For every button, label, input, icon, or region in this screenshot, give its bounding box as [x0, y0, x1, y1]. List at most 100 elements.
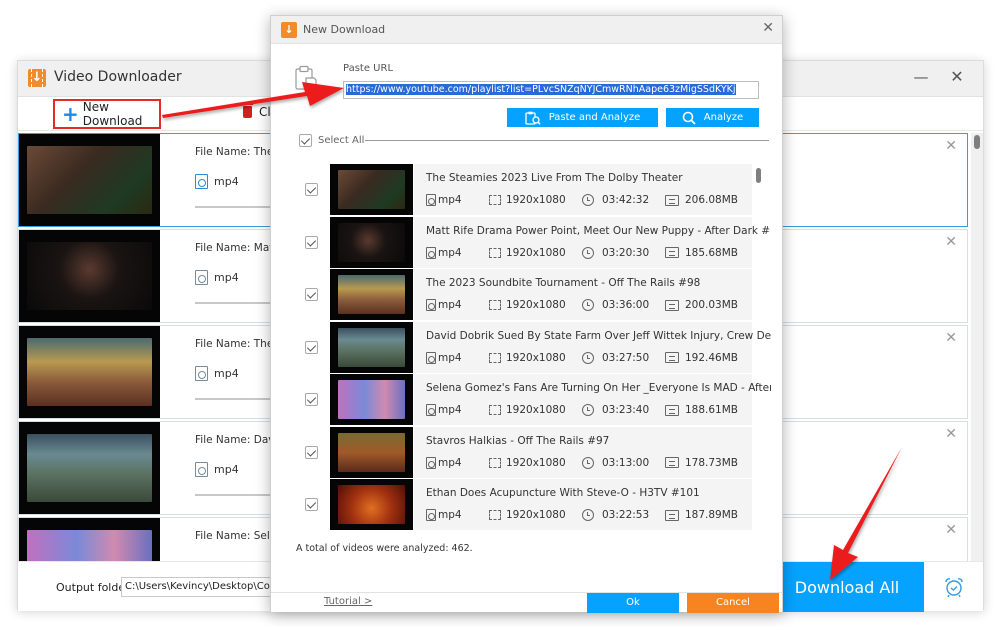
clock-icon — [582, 456, 594, 469]
video-list: The Steamies 2023 Live From The Dolby Th… — [271, 164, 771, 534]
video-title: The Steamies 2023 Live From The Dolby Th… — [426, 172, 683, 184]
video-title: David Dobrik Sued By State Farm Over Jef… — [426, 329, 771, 342]
video-resolution: 1920x1080 — [489, 404, 566, 416]
dialog-title: New Download — [303, 23, 386, 36]
file-format: mp4 — [195, 270, 239, 285]
folder-icon — [665, 299, 679, 311]
video-row[interactable]: Matt Rife Drama Power Point, Meet Our Ne… — [271, 216, 771, 269]
video-format: mp4 — [426, 404, 462, 416]
select-all-checkbox[interactable]: Select All — [299, 134, 769, 147]
video-title: Matt Rife Drama Power Point, Meet Our Ne… — [426, 224, 771, 237]
video-resolution: 1920x1080 — [489, 299, 566, 311]
video-format: mp4 — [426, 246, 462, 259]
folder-icon — [665, 457, 679, 468]
file-format: mp4 — [195, 366, 239, 381]
video-file-icon — [426, 509, 436, 521]
video-checkbox[interactable] — [305, 183, 318, 196]
divider — [365, 140, 769, 141]
video-row[interactable]: Ethan Does Acupuncture With Steve-O - H3… — [271, 479, 771, 531]
video-thumbnail — [330, 426, 413, 478]
scrollbar-thumb[interactable] — [756, 168, 761, 183]
clock-icon — [582, 299, 594, 311]
folder-icon — [665, 509, 679, 521]
video-file-icon — [426, 456, 436, 469]
video-file-icon — [426, 246, 436, 259]
alarm-clock-icon[interactable] — [943, 576, 965, 598]
video-info: Matt Rife Drama Power Point, Meet Our Ne… — [414, 216, 771, 268]
video-thumbnail — [330, 374, 413, 425]
clipboard-icon — [295, 65, 317, 91]
clear-label: Cl — [259, 105, 271, 119]
main-scrollbar[interactable] — [971, 133, 983, 561]
video-duration: 03:20:30 — [582, 246, 649, 259]
video-size: 206.08MB — [665, 194, 738, 206]
clock-icon — [582, 351, 594, 364]
video-file-icon — [195, 174, 208, 189]
cancel-button[interactable]: Cancel — [687, 593, 779, 613]
video-size: 185.68MB — [665, 247, 738, 259]
remove-item-icon[interactable]: ✕ — [945, 330, 957, 346]
ok-button[interactable]: Ok — [587, 593, 679, 613]
new-download-dialog: ↓ New Download ✕ Paste URL https://www.y… — [270, 15, 783, 613]
video-info: The Steamies 2023 Live From The Dolby Th… — [414, 164, 752, 215]
video-row[interactable]: The 2023 Soundbite Tournament - Off The … — [271, 269, 771, 321]
video-row[interactable]: David Dobrik Sued By State Farm Over Jef… — [271, 321, 771, 374]
video-thumbnail — [19, 422, 160, 514]
video-file-icon — [195, 462, 208, 477]
resolution-icon — [489, 195, 501, 205]
video-row[interactable]: The Steamies 2023 Live From The Dolby Th… — [271, 164, 771, 216]
video-size: 188.61MB — [665, 404, 738, 416]
video-duration: 03:13:00 — [582, 456, 649, 469]
url-input[interactable]: https://www.youtube.com/playlist?list=PL… — [343, 81, 759, 99]
paste-search-icon — [525, 111, 541, 125]
resolution-icon — [489, 457, 501, 468]
dialog-logo-icon: ↓ — [281, 22, 297, 38]
minimize-icon[interactable]: — — [911, 67, 931, 87]
video-thumbnail — [330, 269, 413, 320]
video-info: Stavros Halkias - Off The Rails #97 mp4 … — [414, 426, 752, 478]
analyze-button[interactable]: Analyze — [666, 108, 759, 127]
clock-icon — [582, 246, 594, 259]
resolution-icon — [489, 510, 501, 520]
video-row[interactable]: Selena Gomez's Fans Are Turning On Her _… — [271, 374, 771, 426]
remove-item-icon[interactable]: ✕ — [945, 138, 957, 154]
new-download-button[interactable]: + New Download — [53, 99, 161, 129]
video-checkbox[interactable] — [305, 393, 318, 406]
video-file-icon — [426, 299, 436, 311]
tutorial-link[interactable]: Tutorial > — [324, 596, 372, 607]
video-format: mp4 — [426, 351, 462, 364]
video-checkbox[interactable] — [305, 235, 318, 249]
close-icon[interactable]: ✕ — [947, 67, 967, 87]
paste-and-analyze-button[interactable]: Paste and Analyze — [507, 108, 658, 127]
remove-item-icon[interactable]: ✕ — [945, 426, 957, 442]
remove-item-icon[interactable]: ✕ — [945, 234, 957, 250]
dialog-close-icon[interactable]: ✕ — [762, 20, 774, 36]
remove-item-icon[interactable]: ✕ — [945, 522, 957, 538]
clear-button[interactable]: Cl — [242, 103, 271, 119]
video-info: The 2023 Soundbite Tournament - Off The … — [414, 269, 752, 320]
video-checkbox[interactable] — [305, 288, 318, 301]
video-checkbox[interactable] — [305, 340, 318, 354]
video-resolution: 1920x1080 — [489, 247, 566, 259]
checkbox-checked[interactable] — [299, 134, 312, 147]
video-checkbox[interactable] — [305, 445, 318, 459]
video-file-icon — [195, 270, 208, 285]
folder-icon — [665, 352, 679, 363]
video-thumbnail — [19, 230, 160, 322]
folder-icon — [665, 194, 679, 206]
file-format: mp4 — [195, 462, 239, 477]
video-duration: 03:27:50 — [582, 351, 649, 364]
video-list-scrollbar[interactable] — [755, 164, 763, 534]
video-title: Ethan Does Acupuncture With Steve-O - H3… — [426, 487, 700, 499]
video-file-icon — [426, 194, 436, 206]
clock-icon — [582, 509, 594, 521]
download-all-button[interactable]: Download All — [766, 562, 924, 612]
scrollbar-thumb[interactable] — [974, 135, 980, 149]
video-thumbnail — [330, 321, 413, 373]
video-thumbnail — [19, 518, 160, 561]
video-row[interactable]: Stavros Halkias - Off The Rails #97 mp4 … — [271, 426, 771, 479]
video-file-icon — [195, 366, 208, 381]
video-checkbox[interactable] — [305, 498, 318, 511]
video-resolution: 1920x1080 — [489, 194, 566, 206]
app-logo-icon: ↓ — [28, 69, 46, 87]
